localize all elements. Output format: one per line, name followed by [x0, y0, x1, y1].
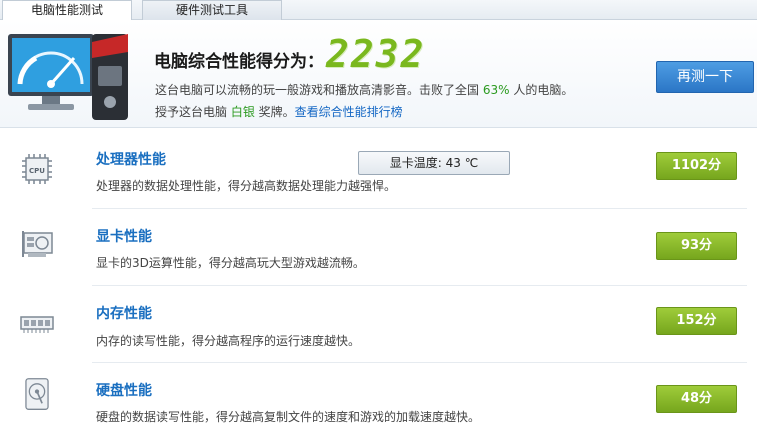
tab-hardware-tools[interactable]: 硬件测试工具: [142, 0, 282, 20]
gpu-row: 显卡性能 显卡的3D运算性能，得分越高玩大型游戏越流畅。 93分: [0, 209, 757, 286]
svg-text:CPU: CPU: [29, 167, 45, 175]
disk-description: 硬盘的数据读写性能，得分越高复制文件的速度和游戏的加载速度越快。: [96, 410, 481, 424]
memory-row: 内存性能 内存的读写性能，得分越高程序的运行速度越快。 152分: [0, 286, 757, 363]
tab-performance-test[interactable]: 电脑性能测试: [2, 0, 132, 21]
medal-name: 白银: [230, 105, 255, 119]
score-summary: 这台电脑可以流畅的玩一般游戏和播放高清影音。击败了全国 63% 人的电脑。: [155, 83, 574, 97]
medal-line: 授予这台电脑 白银 奖牌。查看综合性能排行榜: [155, 105, 403, 119]
memory-description: 内存的读写性能，得分越高程序的运行速度越快。: [96, 334, 361, 348]
retest-button[interactable]: 再测一下: [656, 61, 754, 93]
total-score: 2232: [326, 32, 426, 76]
gpu-temperature-button[interactable]: 显卡温度: 43 ℃: [358, 151, 510, 175]
computer-tower-icon: [92, 34, 128, 120]
memory-title: 内存性能: [96, 306, 152, 322]
cpu-description: 处理器的数据处理性能，得分越高数据处理能力越强悍。: [96, 179, 397, 193]
graphics-card-icon: [22, 231, 53, 257]
hard-disk-icon: [25, 378, 49, 410]
ranking-link[interactable]: 查看综合性能排行榜: [295, 105, 403, 119]
gpu-title: 显卡性能: [96, 229, 152, 245]
tab-bar: 电脑性能测试 硬件测试工具: [0, 0, 757, 21]
disk-title: 硬盘性能: [96, 383, 152, 399]
cpu-score-badge: 1102分: [656, 152, 737, 180]
beat-percentage: 63%: [482, 83, 510, 97]
disk-score-badge: 48分: [656, 385, 737, 413]
cpu-title: 处理器性能: [96, 152, 166, 168]
disk-row: 硬盘性能 硬盘的数据读写性能，得分越高复制文件的速度和游戏的加载速度越快。 48…: [0, 363, 757, 440]
cpu-icon: CPU: [22, 154, 52, 184]
gpu-description: 显卡的3D运算性能，得分越高玩大型游戏越流畅。: [96, 256, 365, 270]
gpu-score-badge: 93分: [656, 232, 737, 260]
speedometer-monitor-icon: [8, 34, 94, 110]
memory-icon: [20, 316, 54, 333]
memory-score-badge: 152分: [656, 307, 737, 335]
score-title: 电脑综合性能得分为：: [154, 52, 324, 72]
score-header: 电脑综合性能得分为： 2232 这台电脑可以流畅的玩一般游戏和播放高清影音。击败…: [0, 20, 757, 128]
